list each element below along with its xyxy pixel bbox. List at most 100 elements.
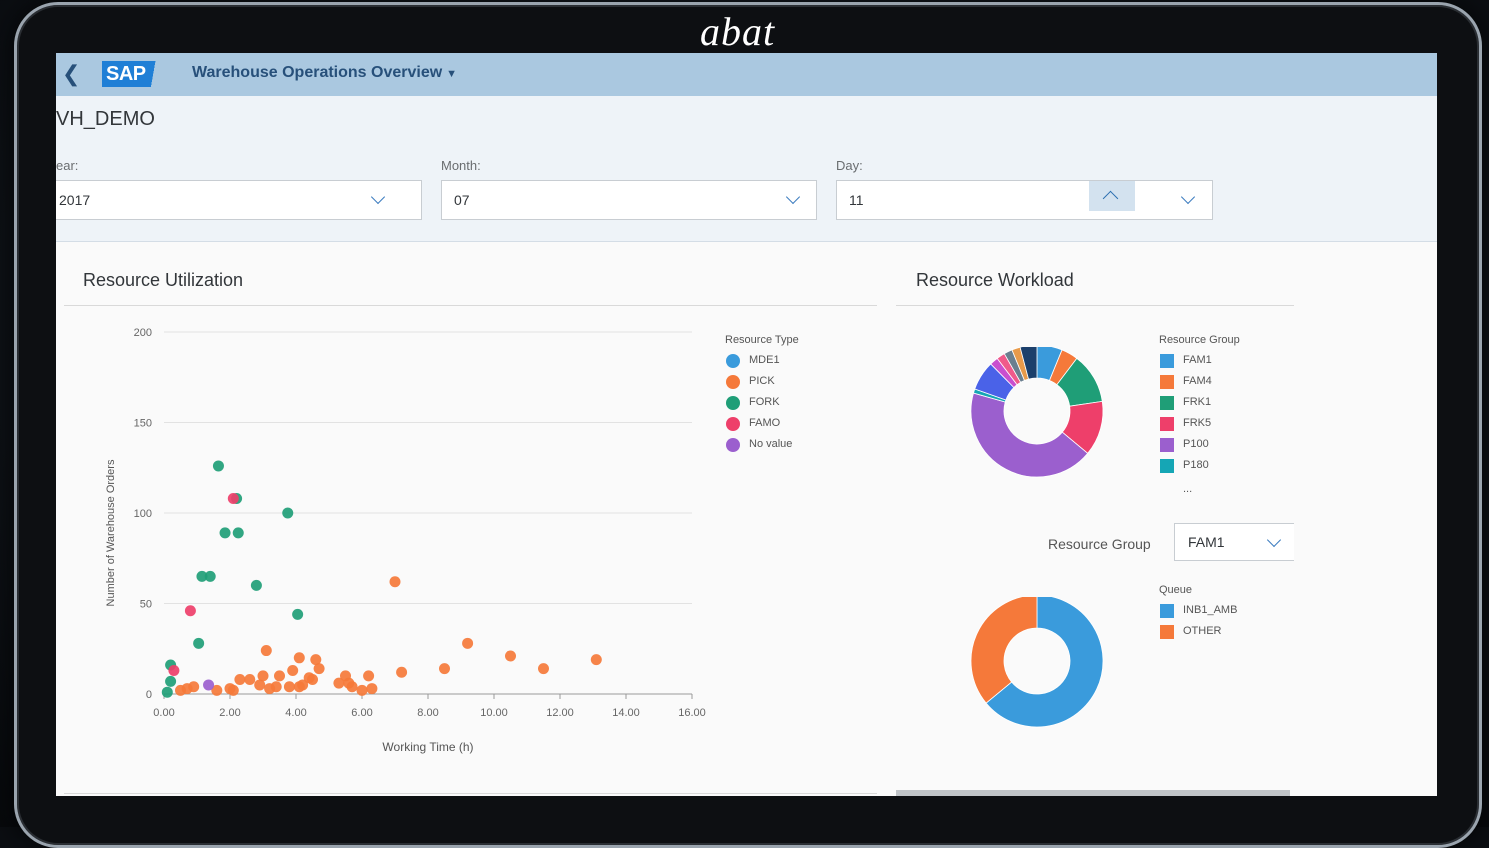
divider: [896, 305, 1294, 306]
data-point[interactable]: [439, 663, 450, 675]
legend-swatch: [726, 354, 740, 368]
x-tick-label: 16.00: [678, 707, 706, 719]
y-tick-label: 50: [140, 599, 152, 611]
data-point[interactable]: [161, 686, 173, 698]
legend-swatch: [1160, 459, 1174, 473]
brand-logo: abat: [696, 8, 775, 55]
x-tick-label: 12.00: [546, 707, 574, 719]
data-point[interactable]: [462, 637, 474, 649]
x-tick-label: 0.00: [153, 707, 174, 719]
chevron-down-icon: [1180, 189, 1196, 205]
legend-swatch: [726, 375, 740, 389]
legend-swatch: [1160, 417, 1174, 431]
data-point[interactable]: [212, 460, 224, 472]
data-point[interactable]: [184, 605, 196, 617]
divider: [64, 305, 877, 306]
legend-label: FRK5: [1183, 417, 1212, 429]
chevron-up-icon: [1102, 190, 1119, 207]
x-tick-label: 2.00: [219, 707, 240, 719]
data-point[interactable]: [204, 570, 216, 582]
legend-label: FAMO: [749, 417, 781, 429]
y-tick-label: 150: [134, 418, 152, 430]
data-point[interactable]: [219, 527, 231, 539]
data-point[interactable]: [244, 674, 256, 686]
day-label: Day:: [836, 158, 863, 173]
legend-more: ...: [1183, 483, 1193, 495]
legend-label: FORK: [749, 396, 780, 408]
data-point[interactable]: [260, 645, 272, 657]
data-point[interactable]: [203, 679, 215, 691]
divider: [64, 793, 877, 794]
data-point[interactable]: [293, 652, 305, 664]
app-title: Warehouse Operations Overview: [192, 64, 443, 81]
legend-label: P100: [1183, 438, 1209, 450]
data-point[interactable]: [227, 493, 239, 505]
sap-logo: SAP: [102, 61, 166, 87]
data-point[interactable]: [283, 681, 295, 693]
year-label: ear:: [56, 158, 79, 173]
legend-title: Resource Type: [725, 334, 799, 346]
month-label: Month:: [441, 158, 481, 173]
data-point[interactable]: [282, 507, 294, 519]
legend-label: FRK1: [1183, 396, 1212, 408]
legend-label: P180: [1183, 459, 1209, 471]
data-point[interactable]: [293, 681, 305, 693]
data-point[interactable]: [307, 674, 318, 686]
resource-utilization-title: Resource Utilization: [83, 270, 244, 290]
data-point[interactable]: [590, 654, 602, 666]
resource-group-select[interactable]: FAM1: [1174, 523, 1294, 561]
chevron-down-icon: [785, 189, 801, 205]
data-point[interactable]: [234, 674, 246, 686]
data-point[interactable]: [356, 684, 368, 696]
data-point[interactable]: [193, 637, 205, 649]
data-point[interactable]: [538, 663, 549, 675]
data-point[interactable]: [292, 608, 304, 620]
data-point[interactable]: [366, 683, 378, 695]
data-point[interactable]: [333, 677, 345, 689]
y-axis-label: Number of Warehouse Orders: [105, 459, 117, 606]
data-point[interactable]: [363, 670, 375, 682]
data-point[interactable]: [250, 579, 262, 591]
x-axis-label: Working Time (h): [382, 740, 473, 754]
month-value: 07: [454, 192, 470, 208]
y-tick-label: 0: [146, 689, 152, 701]
data-point[interactable]: [287, 664, 299, 676]
month-select[interactable]: 07: [441, 180, 817, 220]
data-point[interactable]: [505, 650, 516, 662]
x-tick-label: 4.00: [285, 707, 306, 719]
data-point[interactable]: [168, 664, 180, 676]
resource-workload-title: Resource Workload: [916, 270, 1074, 290]
resource-workload-donut: [970, 347, 1104, 478]
scrollbar[interactable]: [896, 790, 1290, 796]
filter-header: VH_DEMO ear: 2017 Month: 07 Day: 11: [56, 96, 1437, 242]
day-select[interactable]: 11: [836, 180, 1213, 220]
collapse-header-button[interactable]: [1089, 181, 1135, 211]
data-point[interactable]: [313, 663, 325, 675]
chevron-left-icon[interactable]: ❮: [62, 61, 80, 87]
data-point[interactable]: [396, 666, 408, 678]
legend-label: PICK: [749, 375, 775, 387]
resource-group-label: Resource Group: [1048, 536, 1151, 552]
data-point[interactable]: [389, 576, 401, 588]
year-select[interactable]: 2017: [56, 180, 422, 220]
app-screen: ❮ SAP Warehouse Operations Overview ▼ VH_…: [56, 53, 1437, 796]
data-point[interactable]: [343, 677, 355, 689]
data-point[interactable]: [274, 670, 285, 682]
page-title: VH_DEMO: [56, 108, 155, 130]
resource-group-value: FAM1: [1188, 534, 1225, 550]
data-point[interactable]: [227, 684, 239, 696]
legend-label: No value: [749, 438, 793, 450]
data-point[interactable]: [165, 675, 177, 687]
day-value: 11: [849, 192, 864, 208]
data-point[interactable]: [254, 679, 266, 691]
x-tick-label: 6.00: [351, 707, 372, 719]
data-point[interactable]: [232, 527, 244, 539]
app-title-menu[interactable]: Warehouse Operations Overview ▼: [192, 64, 457, 82]
y-tick-label: 100: [134, 508, 152, 520]
legend-label: OTHER: [1183, 625, 1222, 637]
data-point[interactable]: [188, 681, 200, 693]
data-point[interactable]: [264, 683, 276, 695]
legend-title: Resource Group: [1159, 334, 1240, 346]
queue-donut: [970, 597, 1104, 728]
donut-slice[interactable]: [970, 597, 1038, 704]
